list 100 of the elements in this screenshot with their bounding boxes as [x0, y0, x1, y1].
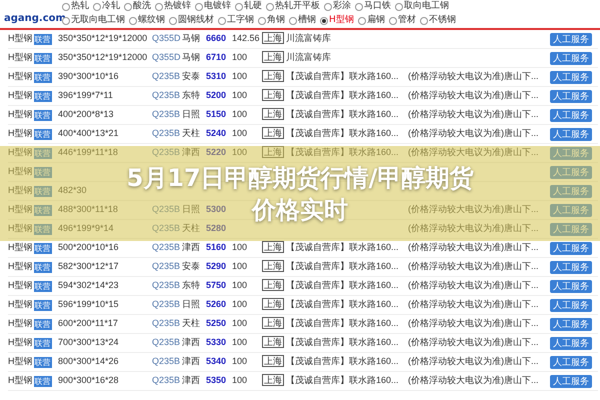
city-tag: 上海	[262, 146, 284, 158]
filter-radio[interactable]: 热镀锌	[155, 0, 191, 14]
service-button[interactable]: 人工服务	[550, 336, 592, 350]
quantity: 100	[232, 128, 248, 138]
city-tag: 上海	[262, 89, 284, 102]
service-button[interactable]: 人工服务	[550, 280, 592, 292]
price-note: (价格浮动较大电议为准)唐山下...	[408, 204, 538, 214]
quantity: 100	[232, 318, 248, 328]
price: 5220	[206, 147, 226, 158]
quantity: 100	[232, 356, 248, 366]
filter-radio[interactable]: 热轧	[62, 0, 89, 14]
brand: 天柱	[182, 318, 200, 328]
service-button[interactable]: 人工服务	[550, 90, 592, 102]
spec: 390*300*10*16	[58, 71, 119, 82]
brand: 津西	[182, 147, 200, 158]
filter-radio[interactable]: 轧硬	[235, 0, 262, 14]
filter-radio[interactable]: 管材	[388, 14, 416, 28]
service-button[interactable]: 人工服务	[550, 242, 592, 254]
material: Q235B	[152, 280, 180, 290]
brand: 津西	[182, 375, 200, 386]
price-note: (价格浮动较大电议为准)唐山下...	[408, 299, 538, 310]
quantity: 100	[232, 261, 248, 272]
city-tag: 上海	[262, 374, 284, 386]
product-name: H型钢	[8, 241, 32, 254]
overlay-title: 价格实时	[252, 194, 348, 226]
brand: 天柱	[182, 128, 200, 138]
price-note: (价格浮动较大电议为准)唐山下...	[408, 261, 538, 272]
city-tag: 上海	[262, 279, 284, 292]
price-note: (价格浮动较大电议为准)唐山下...	[408, 242, 538, 252]
price: 5290	[206, 261, 226, 272]
filter-radio[interactable]: 热轧开平板	[266, 0, 320, 14]
filter-radio[interactable]: 马口铁	[355, 0, 391, 14]
price: 5330	[206, 337, 226, 348]
product-name: H型钢	[8, 127, 32, 140]
filter-radio[interactable]: 电镀锌	[195, 0, 231, 14]
filter-radio[interactable]: 取向电工钢	[395, 0, 449, 14]
price-note: (价格浮动较大电议为准)唐山下...	[408, 356, 538, 366]
city-tag: 上海	[262, 355, 284, 368]
filter-radio[interactable]: 螺纹钢	[129, 14, 165, 28]
filter-radio[interactable]: 槽钢	[289, 14, 316, 28]
warehouse: 川流富铸库	[286, 33, 331, 44]
warehouse: 【茂诚自营库】联水路160...	[286, 147, 399, 158]
spec: 800*300*14*26	[58, 356, 119, 366]
filter-radio[interactable]: 角钢	[258, 14, 285, 28]
spec: 488*300*11*18	[58, 204, 118, 214]
city-tag: 上海	[262, 241, 284, 254]
price: 5160	[206, 242, 226, 252]
material: Q235B	[152, 204, 180, 214]
city-tag: 上海	[262, 51, 284, 64]
quantity: 100	[232, 242, 248, 252]
joint-badge: 联营	[34, 90, 52, 102]
service-button[interactable]: 人工服务	[550, 374, 592, 388]
price: 5240	[206, 128, 226, 138]
brand: 马钢	[182, 33, 200, 44]
service-button[interactable]: 人工服务	[550, 356, 592, 368]
service-button[interactable]: 人工服务	[550, 128, 592, 140]
warehouse: 【茂诚自营库】联水路160...	[286, 375, 399, 386]
price: 6660	[206, 33, 226, 44]
filter-radio[interactable]: 彩涂	[324, 0, 351, 14]
product-name: H型钢	[8, 355, 32, 368]
material: Q235B	[152, 147, 180, 158]
warehouse: 【茂诚自营库】联水路160...	[286, 356, 399, 366]
price: 5280	[206, 223, 226, 234]
joint-badge: 联营	[34, 204, 52, 216]
joint-badge: 联营	[34, 300, 52, 310]
material: Q235B	[152, 90, 180, 100]
material: Q235B	[152, 299, 180, 310]
filter-radio[interactable]: H型钢	[320, 14, 354, 28]
service-button[interactable]: 人工服务	[550, 108, 592, 122]
product-name: H型钢	[8, 222, 32, 236]
service-button[interactable]: 人工服务	[550, 260, 592, 274]
quantity: 100	[232, 52, 248, 62]
joint-badge: 联营	[34, 356, 52, 368]
filter-radio[interactable]: 不锈钢	[420, 14, 456, 28]
brand: 安泰	[182, 261, 200, 272]
filter-radio[interactable]: 扁钢	[358, 14, 385, 28]
service-button[interactable]: 人工服务	[550, 70, 592, 84]
price-note: (价格浮动较大电议为准)唐山下...	[408, 71, 538, 82]
brand: 津西	[182, 337, 200, 348]
quantity: 100	[232, 71, 248, 82]
spec: 700*300*13*24	[58, 337, 119, 348]
joint-badge: 联营	[34, 148, 52, 158]
product-name: H型钢	[8, 203, 32, 216]
service-button[interactable]: 人工服务	[550, 32, 592, 46]
quantity: 100	[232, 375, 248, 386]
brand: 日照	[182, 109, 200, 120]
filter-radio[interactable]: 圆钢线材	[169, 14, 214, 28]
city-tag: 上海	[262, 127, 284, 140]
quantity: 100	[232, 147, 248, 158]
price: 5750	[206, 280, 226, 290]
filter-radio[interactable]: 酸洗	[124, 0, 151, 14]
service-button[interactable]: 人工服务	[550, 298, 592, 312]
service-button[interactable]: 人工服务	[550, 318, 592, 330]
filter-radio[interactable]: 冷轧	[93, 0, 120, 14]
city-tag: 上海	[262, 108, 284, 120]
filter-radio[interactable]: 工字钢	[218, 14, 254, 28]
material: Q235B	[152, 128, 180, 138]
spec: 400*400*13*21	[58, 128, 119, 138]
service-button[interactable]: 人工服务	[550, 52, 592, 64]
material: Q235B	[152, 242, 180, 252]
